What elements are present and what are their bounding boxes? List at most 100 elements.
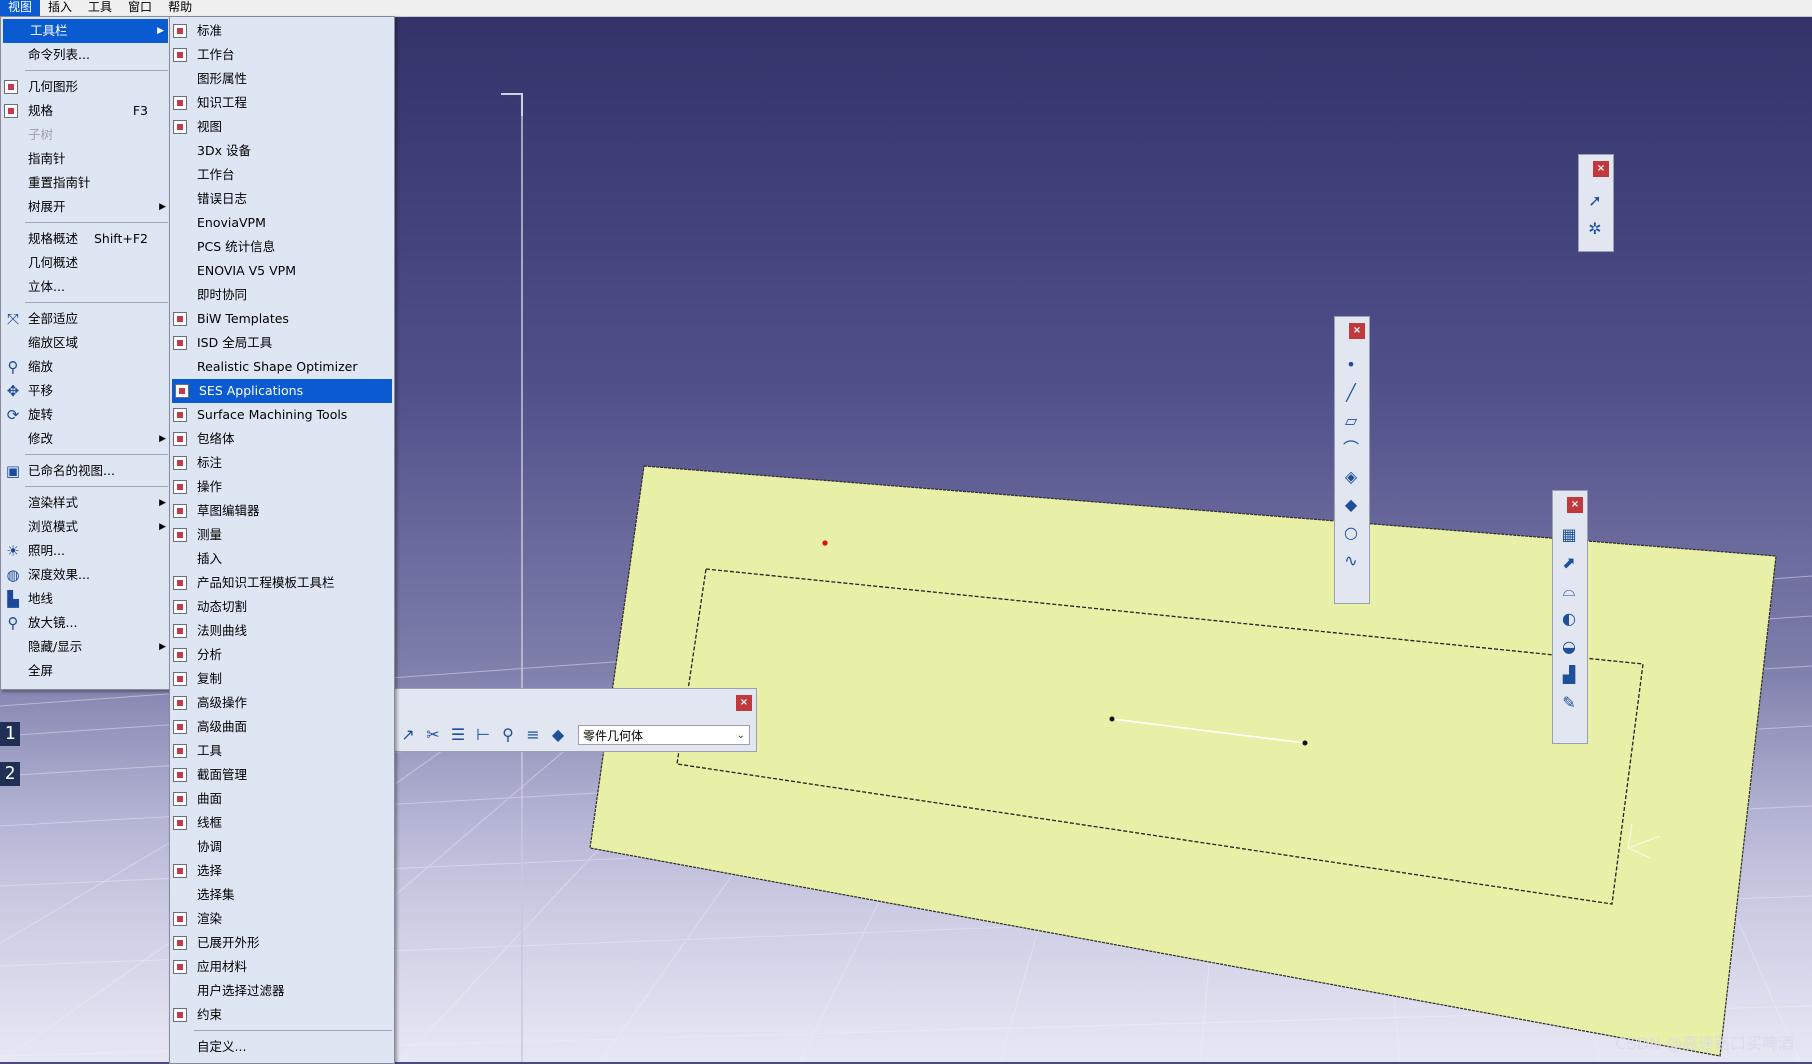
menu-item[interactable]: 标准	[170, 19, 394, 43]
menu-item[interactable]: 插入	[170, 547, 394, 571]
plane-icon[interactable]: ▱	[1339, 409, 1363, 433]
circle-icon[interactable]: ○	[1339, 521, 1363, 545]
menu-item[interactable]: 全屏	[1, 659, 170, 683]
menubar-item[interactable]: 帮助	[160, 0, 200, 16]
menu-item[interactable]: 线框	[170, 811, 394, 835]
menu-item[interactable]: ◍ 深度效果...	[1, 563, 170, 587]
menu-item[interactable]: ✥ 平移	[1, 379, 170, 403]
close-icon[interactable]: ×	[1349, 323, 1365, 339]
menu-item[interactable]: 复制	[170, 667, 394, 691]
menu-item[interactable]: 浏览模式 ▶	[1, 515, 170, 539]
menu-item[interactable]: 应用材料	[170, 955, 394, 979]
menu-item[interactable]: 错误日志	[170, 187, 394, 211]
menu-item[interactable]: 命令列表...	[1, 43, 170, 67]
menu-item[interactable]: EnoviaVPM	[170, 211, 394, 235]
menu-item[interactable]: ISD 全局工具	[170, 331, 394, 355]
select-arrow-icon[interactable]: ➚	[1583, 189, 1607, 213]
close-icon[interactable]: ×	[1593, 161, 1609, 177]
tree-icon[interactable]: ⊢	[471, 723, 495, 747]
projection-icon[interactable]: ⌒	[1339, 437, 1363, 461]
menu-item[interactable]: 产品知识工程模板工具栏	[170, 571, 394, 595]
menu-item[interactable]: ☀ 照明...	[1, 539, 170, 563]
menu-item[interactable]: 标注	[170, 451, 394, 475]
menu-item[interactable]: 约束	[170, 1003, 394, 1027]
menu-item[interactable]: SES Applications	[172, 379, 392, 403]
menu-item[interactable]: 隐藏/显示 ▶	[1, 635, 170, 659]
menu-item[interactable]: 指南针	[1, 147, 170, 171]
multi-section-icon[interactable]: ◒	[1557, 635, 1581, 659]
close-icon[interactable]: ×	[1567, 497, 1583, 513]
menu-item[interactable]: 测量	[170, 523, 394, 547]
menu-item[interactable]: 选择	[170, 859, 394, 883]
menu-item[interactable]: 包络体	[170, 427, 394, 451]
menubar-item[interactable]: 窗口	[120, 0, 160, 16]
menu-item[interactable]: 操作	[170, 475, 394, 499]
tree-label-2[interactable]: 2	[0, 762, 20, 786]
join-icon[interactable]: ✎	[1557, 691, 1581, 715]
sweep-icon[interactable]: ⌓	[1557, 579, 1581, 603]
menubar-item[interactable]: 视图	[0, 0, 41, 16]
menu-item[interactable]: ▣ 已命名的视图...	[1, 459, 170, 483]
menu-item[interactable]: 修改 ▶	[1, 427, 170, 451]
menu-item[interactable]: 工作台	[170, 163, 394, 187]
menubar-item[interactable]: 插入	[40, 0, 80, 16]
close-icon[interactable]: ×	[736, 695, 752, 711]
menu-item[interactable]: 用户选择过滤器	[170, 979, 394, 1003]
menu-item[interactable]: 自定义...	[170, 1035, 394, 1059]
menu-item[interactable]: 法则曲线	[170, 619, 394, 643]
menu-item[interactable]: 工作台	[170, 43, 394, 67]
menu-item[interactable]: 选择集	[170, 883, 394, 907]
menu-item[interactable]: 几何图形	[1, 75, 170, 99]
selection-trap-icon[interactable]: ✲	[1583, 217, 1607, 241]
axis-icon[interactable]: ↗	[396, 723, 420, 747]
menu-item[interactable]: 树展开 ▶	[1, 195, 170, 219]
menu-item[interactable]: 规格 F3	[1, 99, 170, 123]
menu-item[interactable]: ⚲ 缩放	[1, 355, 170, 379]
trim-icon[interactable]: ✂	[421, 723, 445, 747]
menu-item[interactable]: 立体...	[1, 275, 170, 299]
menu-item[interactable]: 渲染样式 ▶	[1, 491, 170, 515]
menu-item[interactable]: 协调	[170, 835, 394, 859]
menu-item[interactable]: ⤧ 全部适应	[1, 307, 170, 331]
menu-item[interactable]: 曲面	[170, 787, 394, 811]
menu-item[interactable]: BiW Templates	[170, 307, 394, 331]
menu-item[interactable]: 知识工程	[170, 91, 394, 115]
menu-item[interactable]: 高级曲面	[170, 715, 394, 739]
menu-item[interactable]: 高级操作	[170, 691, 394, 715]
offset-surface-icon[interactable]: ⬈	[1557, 551, 1581, 575]
list-icon[interactable]: ≡	[521, 723, 545, 747]
menu-item[interactable]: 缩放区域	[1, 331, 170, 355]
search-icon[interactable]: ⚲	[496, 723, 520, 747]
menu-item[interactable]: 几何概述	[1, 251, 170, 275]
menu-item[interactable]: 截面管理	[170, 763, 394, 787]
offset-icon[interactable]: ◆	[1339, 493, 1363, 517]
fill-icon[interactable]: ◐	[1557, 607, 1581, 631]
menu-item[interactable]: 已展开外形	[170, 931, 394, 955]
feature-icon[interactable]: ☰	[446, 723, 470, 747]
menu-item[interactable]: ▙ 地线	[1, 587, 170, 611]
menu-item[interactable]: 视图	[170, 115, 394, 139]
menu-item[interactable]: 3Dx 设备	[170, 139, 394, 163]
menu-item[interactable]: PCS 统计信息	[170, 235, 394, 259]
menu-item[interactable]: 即时协同	[170, 283, 394, 307]
point-icon[interactable]: •	[1339, 353, 1363, 377]
menu-item[interactable]: 动态切割	[170, 595, 394, 619]
menu-item[interactable]: 规格概述 Shift+F2	[1, 227, 170, 251]
spline-icon[interactable]: ∿	[1339, 549, 1363, 573]
menubar-item[interactable]: 工具	[80, 0, 120, 16]
menu-item[interactable]: ⟳ 旋转	[1, 403, 170, 427]
intersection-icon[interactable]: ◈	[1339, 465, 1363, 489]
menu-item[interactable]: 渲染	[170, 907, 394, 931]
menu-item[interactable]: ⚲ 放大镜...	[1, 611, 170, 635]
menu-item[interactable]: 工具	[170, 739, 394, 763]
menu-item[interactable]: 重置指南针	[1, 171, 170, 195]
blend-icon[interactable]: ▟	[1557, 663, 1581, 687]
part-body-select[interactable]: 零件几何体 ⌄	[578, 725, 750, 745]
body-icon[interactable]: ◆	[546, 723, 570, 747]
line-icon[interactable]: ╱	[1339, 381, 1363, 405]
menu-item[interactable]: 分析	[170, 643, 394, 667]
menu-item[interactable]: 图形属性	[170, 67, 394, 91]
menu-item[interactable]: ENOVIA V5 VPM	[170, 259, 394, 283]
tree-label-1[interactable]: 1	[0, 722, 20, 746]
menu-item[interactable]: 工具栏 ▶	[3, 19, 168, 43]
